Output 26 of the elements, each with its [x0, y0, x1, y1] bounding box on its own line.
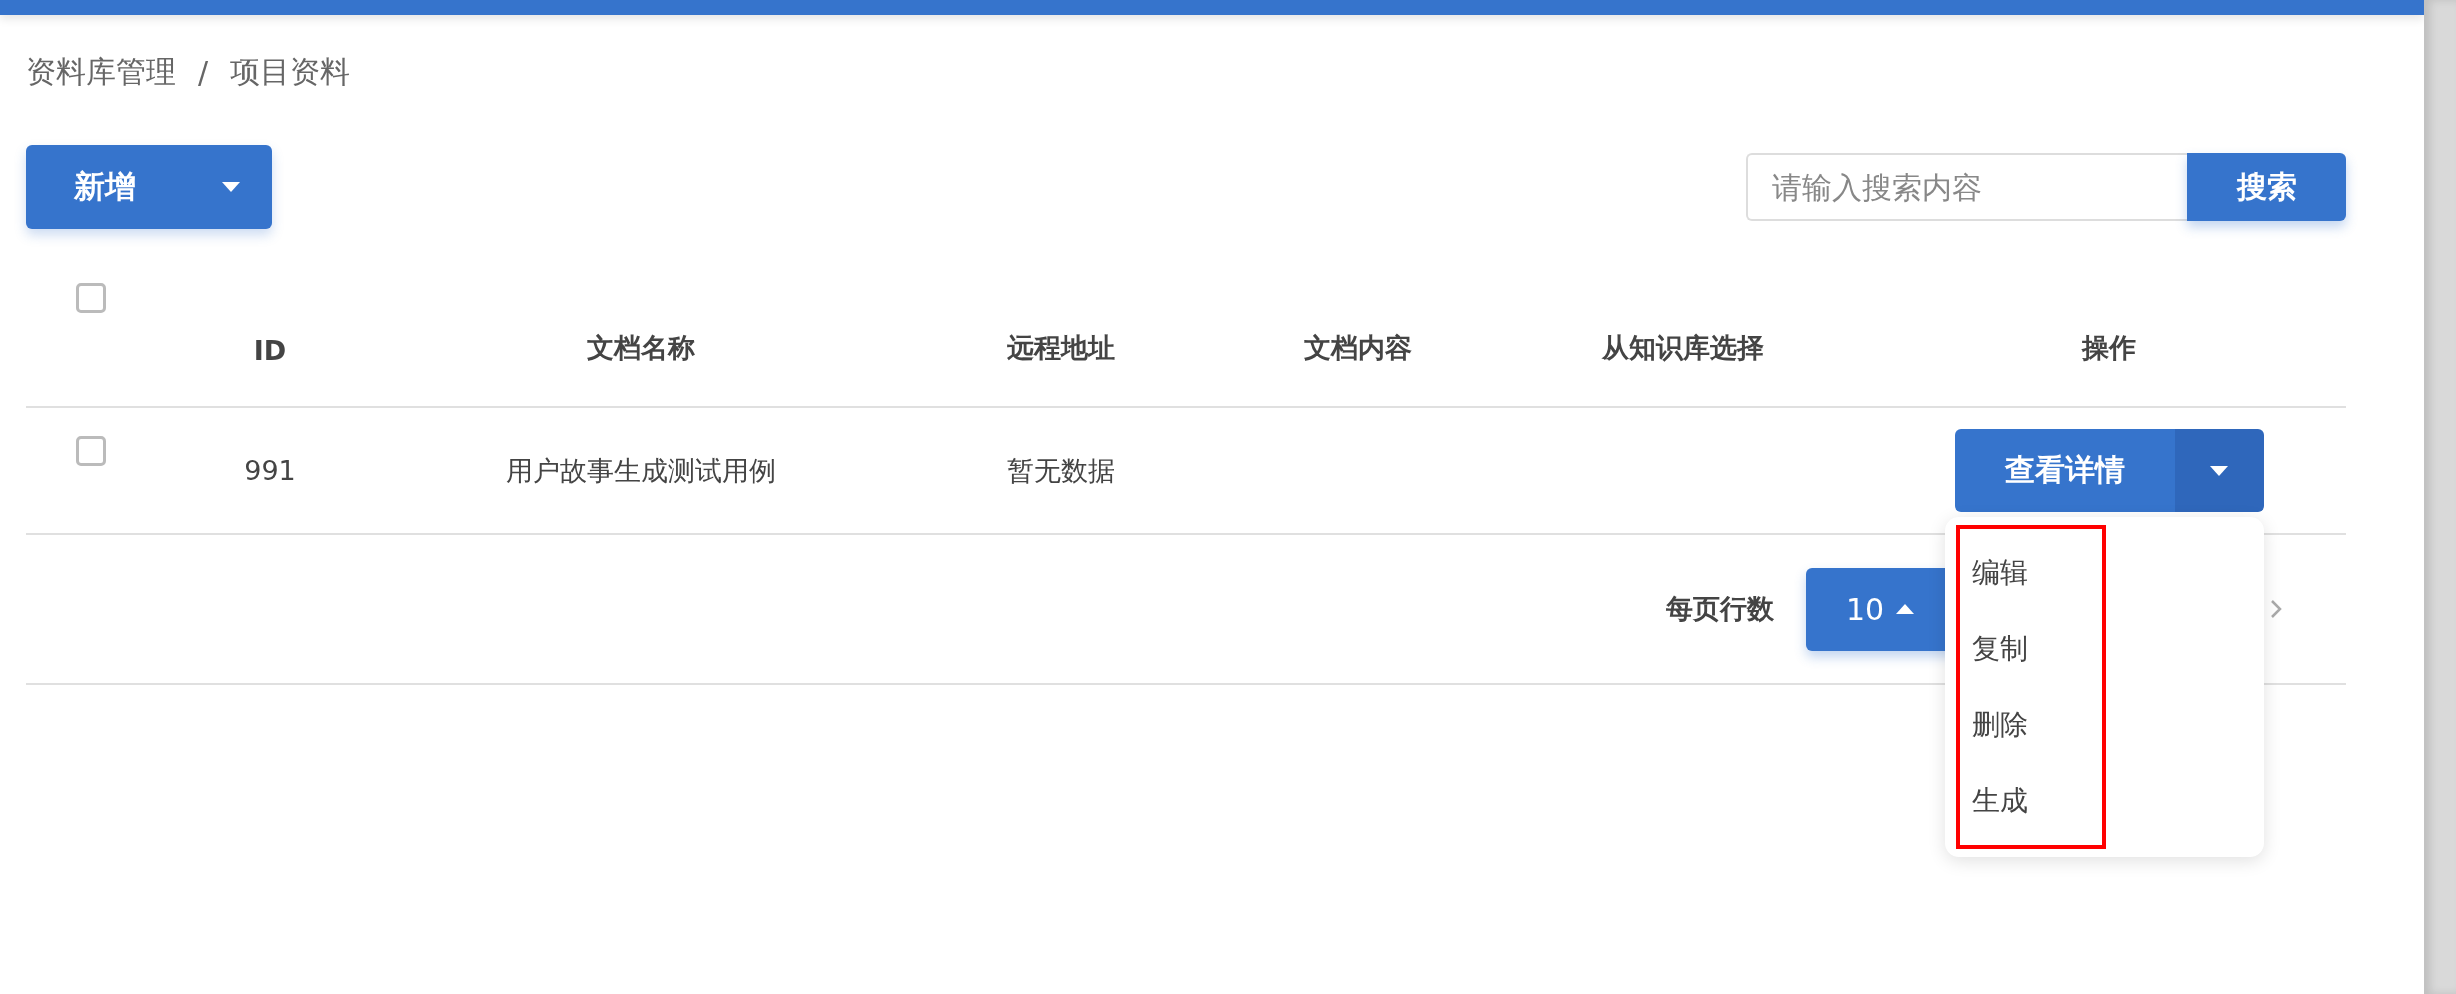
breadcrumb-separator: / — [198, 54, 209, 90]
checkbox[interactable] — [76, 283, 106, 313]
column-header: 远程地址 — [1007, 331, 1115, 365]
search-field[interactable]: 请输入搜索内容 — [1746, 153, 2187, 221]
column-header: 操作 — [2082, 331, 2136, 365]
column-header: 文档名称 — [587, 331, 695, 365]
column-header: ID — [253, 335, 287, 368]
breadcrumb-link[interactable]: 资料库管理 — [26, 51, 176, 93]
next-page-icon[interactable] — [2270, 599, 2282, 619]
table-cell-text: 暂无数据 — [1007, 453, 1115, 488]
search-button[interactable]: 搜索 — [2187, 153, 2346, 221]
rows-per-page-label: 每页行数 — [1666, 592, 1774, 626]
add-button[interactable]: 新增 — [26, 145, 272, 229]
caret-icon — [2210, 465, 2228, 476]
caret-icon — [222, 182, 240, 192]
breadcrumb-current: 项目资料 — [230, 52, 351, 91]
dropdown-toggle[interactable] — [2174, 429, 2264, 512]
menu-item[interactable]: 生成 — [1959, 763, 2102, 839]
column-header: 文档内容 — [1304, 331, 1412, 365]
table-cell: 991 — [244, 455, 296, 486]
menu-item[interactable]: 删除 — [1959, 687, 2102, 763]
table-cell-text: 用户故事生成测试用例 — [506, 453, 776, 488]
caret-icon — [1896, 604, 1915, 614]
checkbox[interactable] — [76, 436, 106, 466]
column-header: 从知识库选择 — [1602, 331, 1764, 365]
view-details-button[interactable]: 查看详情 — [1954, 429, 2175, 512]
